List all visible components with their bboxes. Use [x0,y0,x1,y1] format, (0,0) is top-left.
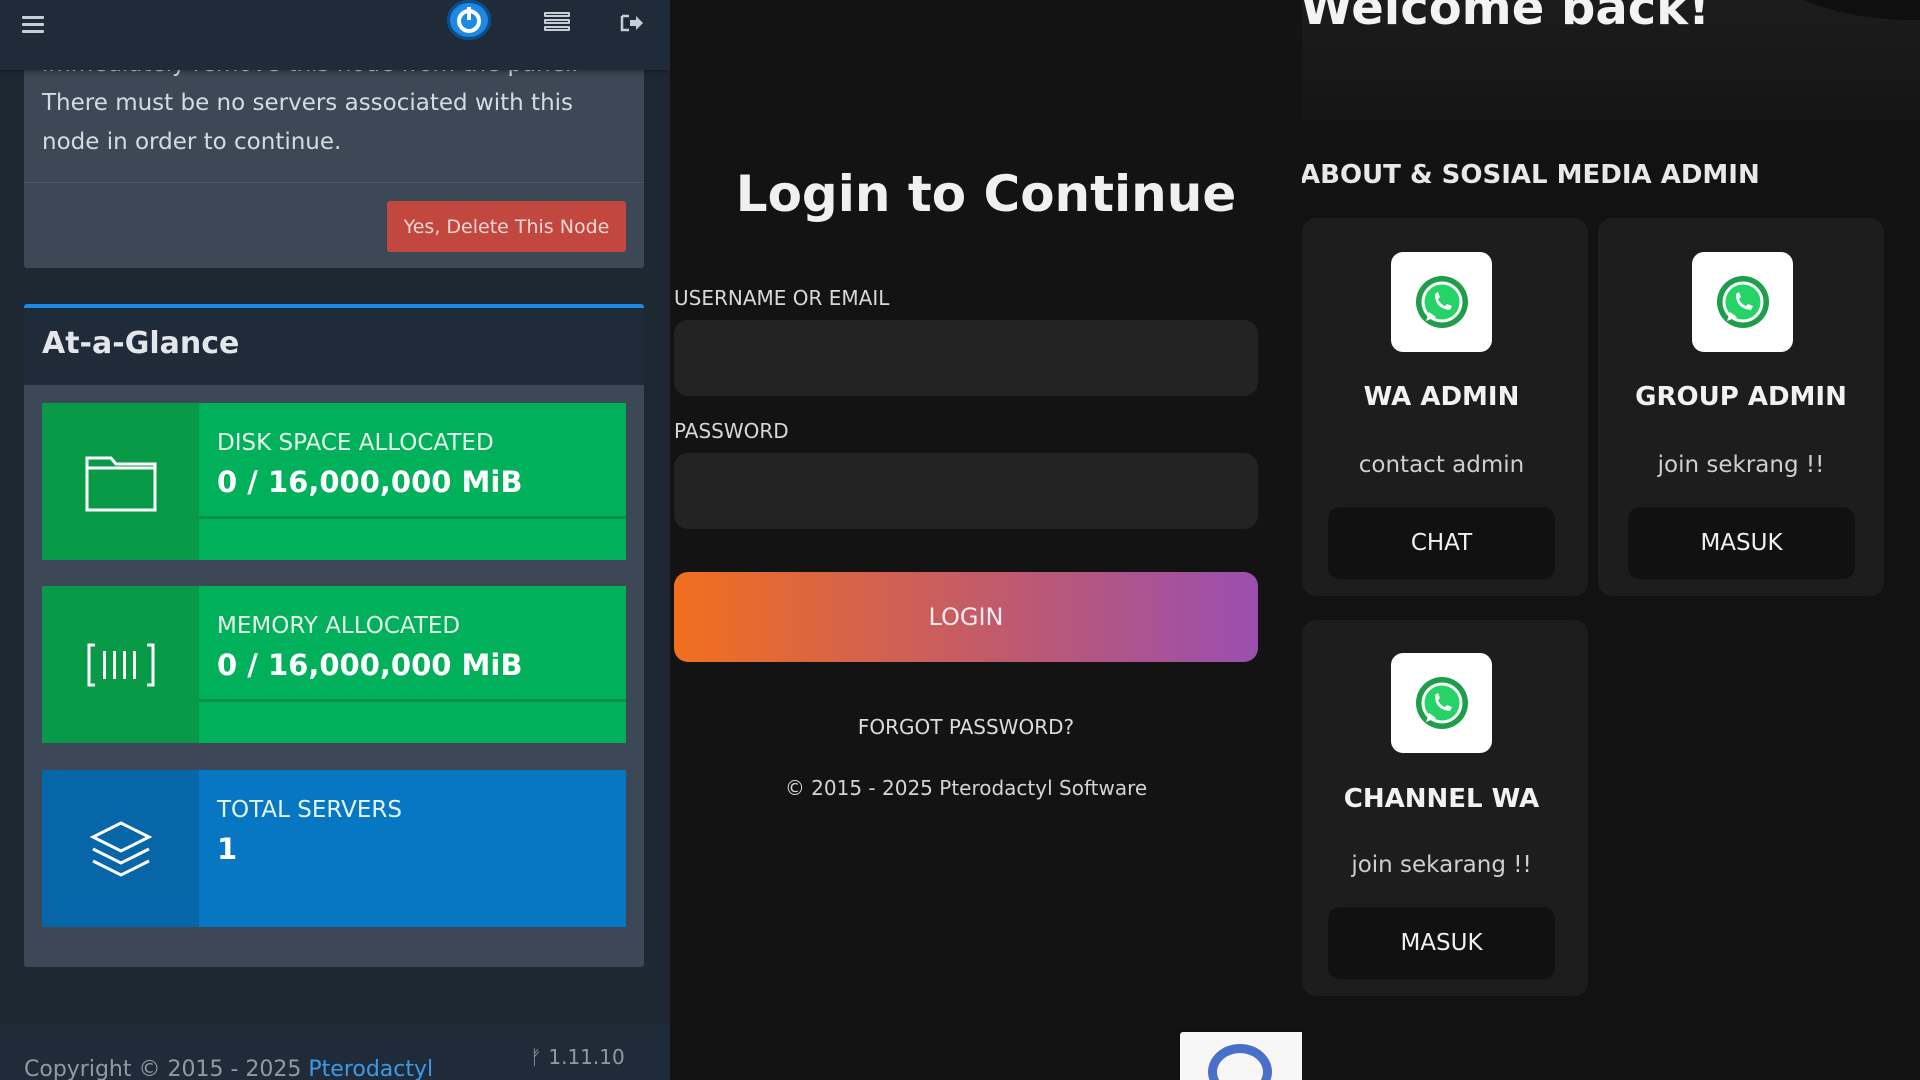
whatsapp-icon [1391,653,1492,753]
disk-space-stat: DISK SPACE ALLOCATED 0 / 16,000,000 MiB [42,403,626,560]
layers-icon [42,770,199,927]
card-name: CHANNEL WA [1343,784,1540,814]
recaptcha-icon [1208,1044,1272,1080]
masuk-channel-button[interactable]: MASUK [1328,907,1555,979]
memory-stat: MEMORY ALLOCATED 0 / 16,000,000 MiB [42,586,626,743]
pterodactyl-logo-icon[interactable] [447,0,491,40]
username-label: USERNAME OR EMAIL [674,286,890,310]
welcome-heading: Welcome back! [1302,0,1710,36]
admin-panel: immediately remove this node from the pa… [0,0,670,1080]
admin-copyright: Copyright © 2015 - 2025 Pterodactyl [24,1057,434,1080]
folder-icon [42,403,199,560]
at-a-glance-box: At-a-Glance DISK SPACE ALLOCATED 0 / 16,… [24,304,644,967]
divider [24,182,644,183]
about-panel: Welcome back! ABOUT & SOSIAL MEDIA ADMIN… [1302,0,1920,1080]
disk-space-value: 0 / 16,000,000 MiB [217,465,523,499]
version-label: ᚠ 1.11.10 [530,1045,625,1069]
admin-footer: Copyright © 2015 - 2025 Pterodactyl ᚠ 1.… [0,1025,670,1080]
delete-node-button[interactable]: Yes, Delete This Node [387,201,626,252]
hamburger-menu-icon[interactable] [22,12,46,36]
total-servers-label: TOTAL SERVERS [217,797,402,823]
card-name: WA ADMIN [1363,382,1520,412]
whatsapp-icon [1391,252,1492,352]
top-navbar [0,0,670,70]
pterodactyl-link[interactable]: Pterodactyl [308,1057,433,1080]
password-input[interactable] [674,453,1258,529]
disk-space-label: DISK SPACE ALLOCATED [217,430,494,456]
total-servers-stat: TOTAL SERVERS 1 [42,770,626,927]
login-panel: Login to Continue USERNAME OR EMAIL PASS… [670,0,1302,1080]
password-label: PASSWORD [674,419,789,443]
memory-label: MEMORY ALLOCATED [217,613,461,639]
masuk-group-button[interactable]: MASUK [1628,507,1855,579]
card-description: contact admin [1358,452,1525,478]
glance-title: At-a-Glance [42,326,240,361]
login-copyright: © 2015 - 2025 Pterodactyl Software [784,776,1148,800]
forgot-password-link[interactable]: FORGOT PASSWORD? [670,715,1262,739]
delete-node-box: immediately remove this node from the pa… [24,40,644,268]
card-description: join sekarang !! [1351,852,1532,878]
total-servers-value: 1 [217,832,238,866]
servers-icon[interactable] [544,12,570,34]
welcome-hero: Welcome back! [1302,0,1920,120]
memory-progress-bar [199,699,626,702]
memory-value: 0 / 16,000,000 MiB [217,648,523,682]
chat-button[interactable]: CHAT [1328,507,1555,579]
about-section-title: ABOUT & SOSIAL MEDIA ADMIN [1302,160,1760,190]
login-title: Login to Continue [735,165,1237,223]
card-name: GROUP ADMIN [1635,382,1847,412]
disk-progress-bar [199,516,626,519]
branch-icon: ᚠ [530,1045,542,1069]
glance-header: At-a-Glance [24,308,644,385]
username-input[interactable] [674,320,1258,396]
recaptcha-badge[interactable] [1180,1032,1302,1080]
wa-admin-card: WA ADMIN contact admin CHAT [1302,218,1588,596]
memory-icon [42,586,199,743]
channel-wa-card: CHANNEL WA join sekarang !! MASUK [1302,620,1588,996]
hero-decoration [1762,0,1920,20]
logout-icon[interactable] [620,12,644,34]
login-button[interactable]: LOGIN [674,572,1258,662]
group-admin-card: GROUP ADMIN join sekrang !! MASUK [1598,218,1884,596]
whatsapp-icon [1692,252,1793,352]
card-description: join sekrang !! [1657,452,1825,478]
